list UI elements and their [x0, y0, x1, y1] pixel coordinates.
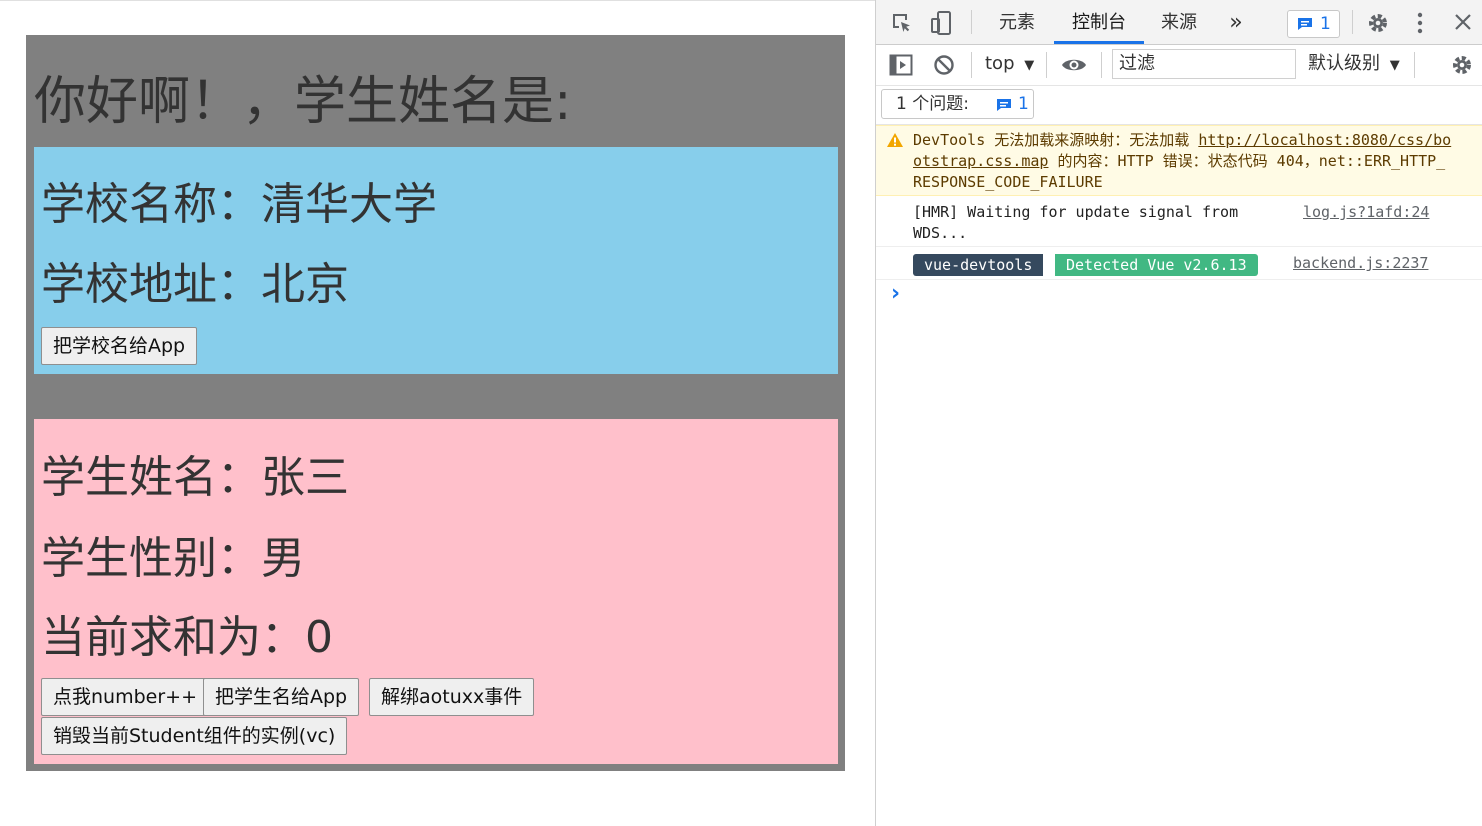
toolbar-separator [1046, 52, 1047, 78]
increment-number-button[interactable]: 点我number++ [41, 678, 209, 716]
issues-bar: 1 个问题: 1 [876, 86, 1482, 125]
live-expression-eye-icon[interactable] [1061, 55, 1087, 79]
vue-log-source-link[interactable]: backend.js:2237 [1293, 253, 1428, 274]
more-tabs-icon[interactable]: » [1221, 0, 1251, 44]
student-component: 学生姓名：张三 学生性别：男 当前求和为：0 点我number++ 把学生名给A… [34, 419, 838, 764]
dropdown-arrow-icon: ▼ [1389, 58, 1400, 73]
log-level-dropdown[interactable]: 默认级别 ▼ [1308, 50, 1400, 80]
app-title: 你好啊！，学生姓名是: [34, 72, 572, 132]
filter-input[interactable]: 过滤 [1112, 49, 1296, 79]
close-icon[interactable] [1454, 13, 1472, 35]
console-toolbar: top ▼ 过滤 默认级别 ▼ [876, 45, 1482, 86]
devtools-tabbar: 元素 控制台 来源 » 1 [876, 0, 1482, 45]
issues-badge[interactable]: 1 [1287, 10, 1340, 38]
clear-console-icon[interactable] [933, 54, 955, 80]
warning-text-before: DevTools 无法加载来源映射：无法加载 [913, 131, 1199, 149]
console-vue-message: vue-devtools Detected Vue v2.6.13 backen… [876, 248, 1482, 280]
unbind-event-button[interactable]: 解绑aotuxx事件 [369, 678, 535, 716]
settings-gear-icon[interactable] [1366, 11, 1390, 39]
student-gender: 学生性别：男 [41, 533, 305, 584]
toolbar-separator [971, 52, 972, 78]
console-warning-message: DevTools 无法加载来源映射：无法加载 http://localhost:… [876, 125, 1482, 196]
send-student-name-button[interactable]: 把学生名给App [203, 678, 360, 716]
console-prompt-icon[interactable]: › [891, 282, 900, 306]
warning-icon [886, 132, 904, 152]
more-options-icon[interactable] [1414, 12, 1426, 38]
hmr-log-source-link[interactable]: log.js?1afd:24 [1303, 202, 1429, 223]
sidebar-toggle-icon[interactable] [889, 54, 913, 80]
screen: 你好啊！，学生姓名是: 学校名称：清华大学 学校地址：北京 把学校名给App 学… [0, 0, 1482, 826]
tab-elements[interactable]: 元素 [985, 0, 1049, 44]
console-settings-gear-icon[interactable] [1450, 53, 1474, 81]
send-school-name-button[interactable]: 把学校名给App [41, 327, 198, 365]
vue-devtools-tag: vue-devtools [913, 254, 1044, 276]
tab-sources[interactable]: 来源 [1149, 0, 1209, 44]
tab-separator [1352, 10, 1353, 34]
student-sum: 当前求和为：0 [41, 612, 333, 663]
toolbar-separator [1414, 52, 1415, 78]
vue-detected-tag: Detected Vue v2.6.13 [1055, 254, 1258, 276]
message-icon [997, 99, 1011, 111]
page-viewport: 你好啊！，学生姓名是: 学校名称：清华大学 学校地址：北京 把学校名给App 学… [0, 0, 875, 826]
school-name: 学校名称：清华大学 [41, 179, 437, 230]
school-address: 学校地址：北京 [41, 259, 349, 310]
device-toolbar-icon[interactable] [929, 10, 953, 40]
log-level-value: 默认级别 [1308, 53, 1380, 74]
issues-summary-count: 1 [1018, 94, 1029, 114]
active-tab-indicator [1054, 41, 1144, 44]
dropdown-arrow-icon: ▼ [1024, 58, 1035, 73]
devtools-panel: 元素 控制台 来源 » 1 top ▼ 过滤 默认级别 ▼ 1 个问题: 1 D… [875, 0, 1482, 826]
school-component: 学校名称：清华大学 学校地址：北京 把学校名给App [34, 147, 838, 374]
student-name: 学生姓名：张三 [41, 452, 349, 503]
tab-console[interactable]: 控制台 [1054, 0, 1144, 44]
app-container: 你好啊！，学生姓名是: 学校名称：清华大学 学校地址：北京 把学校名给App 学… [26, 35, 845, 771]
toolbar-separator [1101, 52, 1102, 78]
hmr-log-text: [HMR] Waiting for update signal from WDS… [913, 203, 1239, 242]
console-log-message: [HMR] Waiting for update signal from WDS… [876, 197, 1482, 247]
destroy-instance-button[interactable]: 销毁当前Student组件的实例(vc) [41, 717, 348, 755]
inspect-element-icon[interactable] [890, 11, 914, 39]
message-icon [1298, 18, 1312, 30]
warning-text: DevTools 无法加载来源映射：无法加载 http://localhost:… [913, 130, 1453, 193]
context-selector[interactable]: top ▼ [985, 50, 1034, 80]
issues-summary-label: 1 个问题: [896, 94, 969, 114]
issues-summary-button[interactable]: 1 个问题: 1 [881, 89, 1034, 119]
issues-badge-count: 1 [1320, 14, 1331, 34]
context-selector-value: top [985, 53, 1015, 74]
tab-separator [971, 10, 972, 34]
